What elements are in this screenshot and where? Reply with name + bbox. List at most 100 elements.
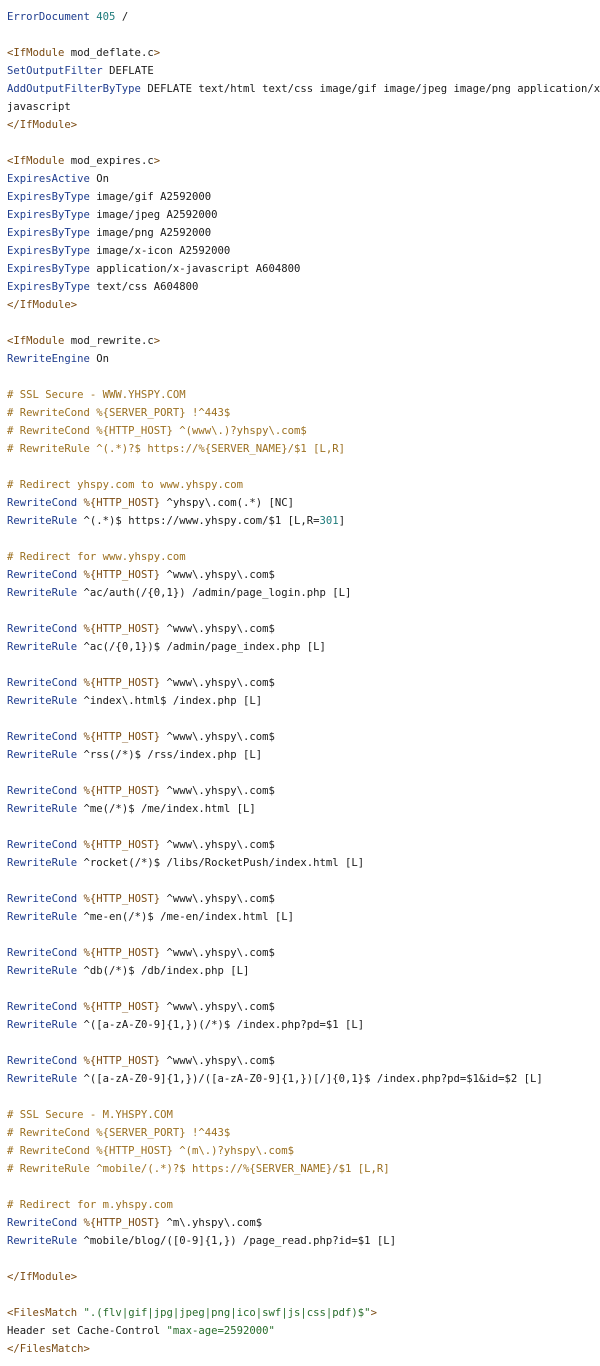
code-token-plain: ^rss(/*)$ /rss/index.php [L] <box>83 749 263 761</box>
code-line: RewriteRule ^(.*)$ https://www.yhspy.com… <box>7 512 593 530</box>
code-token-tag: </IfModule> <box>7 119 78 131</box>
code-token-tag: %{HTTP_HOST} <box>83 947 161 959</box>
code-line: ExpiresByType image/x-icon A2592000 <box>7 242 593 260</box>
code-token-comment: # Redirect for www.yhspy.com <box>7 551 186 563</box>
code-token-directive: RewriteEngine <box>7 353 97 365</box>
code-token-plain: ^rocket(/*)$ /libs/RocketPush/index.html… <box>83 857 365 869</box>
code-token-plain: text/css A604800 <box>96 281 199 293</box>
code-token-plain: image/gif A2592000 <box>96 191 212 203</box>
code-token-directive: RewriteCond <box>7 1001 84 1013</box>
code-token-directive: ExpiresActive <box>7 173 97 185</box>
code-token-directive: RewriteRule <box>7 641 84 653</box>
code-line: RewriteCond %{HTTP_HOST} ^www\.yhspy\.co… <box>7 620 593 638</box>
code-token-comment: # RewriteCond %{SERVER_PORT} !^443$ <box>7 407 231 419</box>
code-token-directive: RewriteRule <box>7 749 84 761</box>
code-line: ExpiresByType image/png A2592000 <box>7 224 593 242</box>
code-token-comment: # RewriteRule ^mobile/(.*)?$ https://%{S… <box>7 1163 390 1175</box>
code-line: RewriteCond %{HTTP_HOST} ^www\.yhspy\.co… <box>7 782 593 800</box>
code-token-plain: ^www\.yhspy\.com$ <box>160 1001 275 1013</box>
code-line: ExpiresByType image/gif A2592000 <box>7 188 593 206</box>
code-token-directive: RewriteCond <box>7 497 84 509</box>
code-token-directive: RewriteCond <box>7 785 84 797</box>
code-line: # RewriteCond %{HTTP_HOST} ^(m\.)?yhspy\… <box>7 1142 593 1160</box>
code-token-directive: RewriteCond <box>7 677 84 689</box>
code-token-plain: DEFLATE <box>109 65 154 77</box>
code-token-plain: ^(.*)$ https://www.yhspy.com/$1 [L,R= <box>83 515 320 527</box>
code-token-directive: RewriteRule <box>7 965 84 977</box>
code-token-tag: </IfModule> <box>7 1271 78 1283</box>
code-line: <IfModule mod_rewrite.c> <box>7 332 593 350</box>
code-line: # RewriteRule ^mobile/(.*)?$ https://%{S… <box>7 1160 593 1178</box>
code-line: # SSL Secure - M.YHSPY.COM <box>7 1106 593 1124</box>
code-token-plain: DEFLATE text/html text/css image/gif ima… <box>147 83 600 95</box>
code-token-plain: ^www\.yhspy\.com$ <box>160 785 275 797</box>
code-token-tag: > <box>370 1307 377 1319</box>
code-token-comment: # Redirect for m.yhspy.com <box>7 1199 173 1211</box>
code-line: RewriteCond %{HTTP_HOST} ^www\.yhspy\.co… <box>7 944 593 962</box>
code-token-comment: # SSL Secure - WWW.YHSPY.COM <box>7 389 186 401</box>
code-line: SetOutputFilter DEFLATE <box>7 62 593 80</box>
code-token-tag: <IfModule <box>7 335 71 347</box>
code-line: ErrorDocument 405 / <box>7 8 593 26</box>
code-line: RewriteRule ^me-en(/*)$ /me-en/index.htm… <box>7 908 593 926</box>
code-line: # RewriteCond %{SERVER_PORT} !^443$ <box>7 404 593 422</box>
code-line: RewriteCond %{HTTP_HOST} ^www\.yhspy\.co… <box>7 566 593 584</box>
code-token-directive: RewriteRule <box>7 587 84 599</box>
code-line: # Redirect yhspy.com to www.yhspy.com <box>7 476 593 494</box>
code-line: </IfModule> <box>7 116 593 134</box>
code-token-plain: ^www\.yhspy\.com$ <box>160 893 275 905</box>
code-token-plain: mod_expires.c <box>70 155 154 167</box>
code-token-comment: # RewriteCond %{HTTP_HOST} ^(www\.)?yhsp… <box>7 425 307 437</box>
code-line: RewriteCond %{HTTP_HOST} ^www\.yhspy\.co… <box>7 836 593 854</box>
code-token-tag: %{HTTP_HOST} <box>83 677 161 689</box>
code-token-plain: mod_rewrite.c <box>70 335 154 347</box>
code-line: RewriteCond %{HTTP_HOST} ^m\.yhspy\.com$ <box>7 1214 593 1232</box>
code-line: RewriteRule ^ac(/{0,1})$ /admin/page_ind… <box>7 638 593 656</box>
code-token-directive: RewriteCond <box>7 623 84 635</box>
code-line: RewriteRule ^rss(/*)$ /rss/index.php [L] <box>7 746 593 764</box>
code-token-tag: <FilesMatch <box>7 1307 84 1319</box>
code-token-plain: ] <box>338 515 346 527</box>
code-token-tag: %{HTTP_HOST} <box>83 839 161 851</box>
code-token-plain: image/x-icon A2592000 <box>96 245 231 257</box>
code-line: RewriteEngine On <box>7 350 593 368</box>
code-token-comment: # RewriteRule ^(.*)?$ https://%{SERVER_N… <box>7 443 346 455</box>
code-token-plain: On <box>96 353 110 365</box>
code-token-num: 301 <box>319 515 339 527</box>
code-token-directive: ErrorDocument <box>7 11 97 23</box>
code-line: RewriteCond %{HTTP_HOST} ^www\.yhspy\.co… <box>7 890 593 908</box>
code-line: RewriteRule ^me(/*)$ /me/index.html [L] <box>7 800 593 818</box>
code-token-tag: > <box>153 155 161 167</box>
code-token-plain: On <box>96 173 110 185</box>
code-line: RewriteCond %{HTTP_HOST} ^www\.yhspy\.co… <box>7 1052 593 1070</box>
code-token-comment: # SSL Secure - M.YHSPY.COM <box>7 1109 173 1121</box>
code-line: # RewriteCond %{SERVER_PORT} !^443$ <box>7 1124 593 1142</box>
code-token-plain: ^m\.yhspy\.com$ <box>160 1217 263 1229</box>
code-token-plain: ^([a-zA-Z0-9]{1,})/([a-zA-Z0-9]{1,})[/]{… <box>83 1073 543 1085</box>
code-token-comment: # RewriteCond %{HTTP_HOST} ^(m\.)?yhspy\… <box>7 1145 295 1157</box>
htaccess-code-block: ErrorDocument 405 / <IfModule mod_deflate… <box>7 8 600 1358</box>
code-token-plain: ^index\.html$ /index.php [L] <box>83 695 263 707</box>
code-token-directive: RewriteRule <box>7 1073 84 1085</box>
code-token-directive: RewriteCond <box>7 893 84 905</box>
code-token-directive: RewriteCond <box>7 731 84 743</box>
code-token-tag: > <box>153 335 161 347</box>
code-token-plain: Header set Cache-Control <box>7 1325 167 1337</box>
code-line: # Redirect for www.yhspy.com <box>7 548 593 566</box>
code-line: Header set Cache-Control "max-age=259200… <box>7 1322 593 1340</box>
code-token-tag: <IfModule <box>7 155 71 167</box>
code-token-comment: # Redirect yhspy.com to www.yhspy.com <box>7 479 243 491</box>
code-token-directive: ExpiresByType <box>7 209 97 221</box>
code-token-plain: ^me(/*)$ /me/index.html [L] <box>83 803 256 815</box>
code-token-plain: image/jpeg A2592000 <box>96 209 218 221</box>
code-token-tag: <IfModule <box>7 47 71 59</box>
